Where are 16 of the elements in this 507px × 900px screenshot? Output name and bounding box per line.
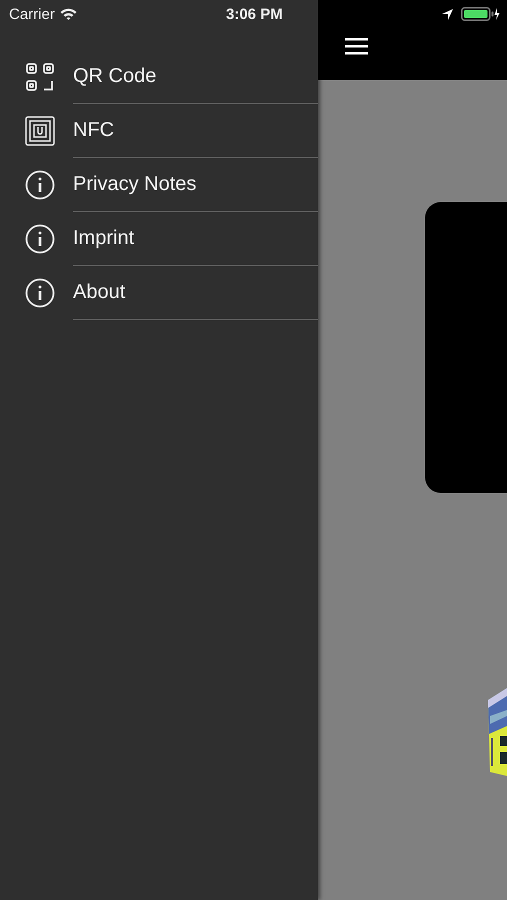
menu-item[interactable]: Imprint <box>73 227 134 250</box>
clock: 3:06 PM <box>226 6 283 22</box>
menu-item[interactable]: Privacy Notes <box>73 173 196 196</box>
qr-code-icon <box>25 62 55 92</box>
menu-icon[interactable] <box>345 38 368 55</box>
info-icon <box>25 278 55 308</box>
carrier-label: Carrier <box>9 6 55 22</box>
nfc-icon <box>25 116 55 146</box>
battery-icon <box>461 7 501 21</box>
wifi-icon <box>60 8 77 20</box>
menu-item[interactable]: QR Code <box>73 65 156 88</box>
menu-item[interactable]: About <box>73 281 126 304</box>
info-icon <box>25 224 55 254</box>
menu-item[interactable]: NFC <box>73 119 114 142</box>
location-arrow-icon <box>442 8 453 20</box>
info-icon <box>25 170 55 200</box>
